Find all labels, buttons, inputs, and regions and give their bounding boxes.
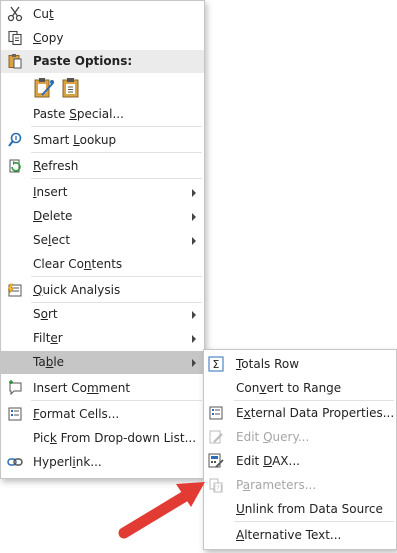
annotation-arrow-icon — [118, 482, 205, 539]
